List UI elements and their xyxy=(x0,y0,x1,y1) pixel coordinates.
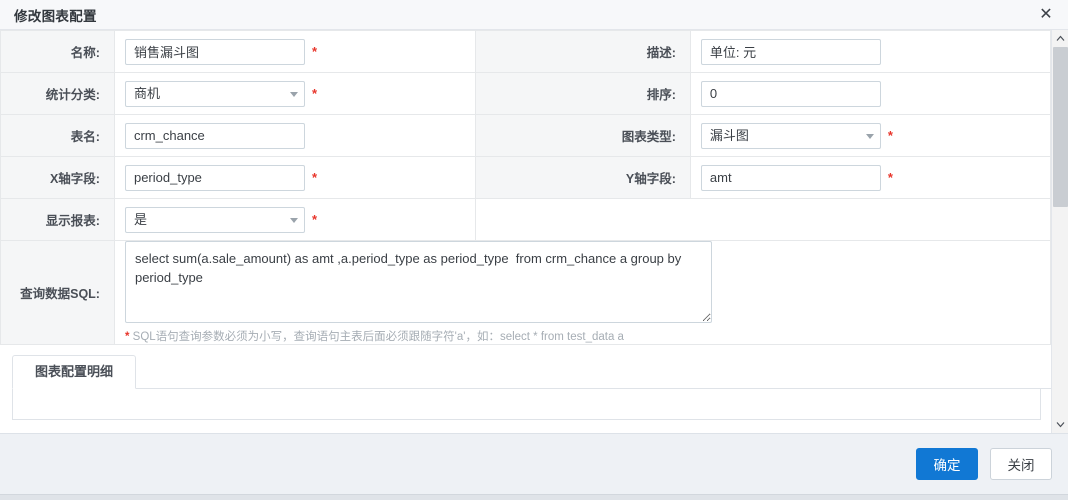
chart-config-form: 名称: * 描述: 统计 xyxy=(0,30,1051,345)
field-x-axis: * xyxy=(125,165,467,191)
y-axis-field-input[interactable] xyxy=(701,165,881,191)
vertical-scrollbar[interactable] xyxy=(1051,30,1068,433)
cell-y-axis-field: * xyxy=(690,157,1050,199)
cell-description xyxy=(690,31,1050,73)
tab-chart-config-detail[interactable]: 图表配置明细 xyxy=(12,355,136,389)
label-description: 描述: xyxy=(476,31,691,73)
hint-text: SQL语句查询参数必须为小写，查询语句主表后面必须跟随字符'a'，如：selec… xyxy=(129,331,624,343)
query-sql-textarea[interactable] xyxy=(125,241,712,323)
show-report-select[interactable]: 是 xyxy=(125,207,305,233)
label-statistic-category: 统计分类: xyxy=(1,73,115,115)
cell-show-report: 是 * xyxy=(114,199,475,241)
cell-name: * xyxy=(114,31,475,73)
name-input[interactable] xyxy=(125,39,305,65)
dialog-body: 名称: * 描述: 统计 xyxy=(0,30,1068,433)
field-table-name xyxy=(125,123,467,149)
show-report-value[interactable]: 是 xyxy=(125,207,305,233)
tabstrip: 图表配置明细 xyxy=(12,355,1051,389)
sort-order-input[interactable] xyxy=(701,81,881,107)
cell-chart-type: 漏斗图 * xyxy=(690,115,1050,157)
cell-empty xyxy=(476,199,1051,241)
required-marker: * xyxy=(312,45,317,58)
close-button[interactable]: 关闭 xyxy=(990,448,1052,480)
tabs-zone: 图表配置明细 xyxy=(0,345,1051,420)
statistic-category-value[interactable]: 商机 xyxy=(125,81,305,107)
statistic-category-select[interactable]: 商机 xyxy=(125,81,305,107)
chart-type-value[interactable]: 漏斗图 xyxy=(701,123,881,149)
table-name-input[interactable] xyxy=(125,123,305,149)
label-query-sql: 查询数据SQL: xyxy=(1,241,115,345)
label-name: 名称: xyxy=(1,31,115,73)
label-sort-order: 排序: xyxy=(476,73,691,115)
dialog-title: 修改图表配置 xyxy=(14,5,97,25)
description-input[interactable] xyxy=(701,39,881,65)
bottom-strip xyxy=(0,494,1068,500)
label-show-report: 显示报表: xyxy=(1,199,115,241)
required-marker: * xyxy=(312,171,317,184)
close-icon[interactable]: ✕ xyxy=(1036,5,1056,25)
cell-sort-order xyxy=(690,73,1050,115)
form-row-table-name: 表名: 图表类型: 漏斗图 * xyxy=(1,115,1051,157)
chevron-up-icon[interactable] xyxy=(1052,30,1068,47)
label-chart-type: 图表类型: xyxy=(476,115,691,157)
chevron-down-icon[interactable] xyxy=(1052,416,1068,433)
cell-statistic-category: 商机 * xyxy=(114,73,475,115)
scrollbar-thumb[interactable] xyxy=(1053,47,1068,207)
field-y-axis: * xyxy=(701,165,1042,191)
field-sort-order xyxy=(701,81,1042,107)
edit-chart-config-dialog: 修改图表配置 ✕ 名称: * xyxy=(0,0,1068,500)
query-sql-hint: * SQL语句查询参数必须为小写，查询语句主表后面必须跟随字符'a'，如：sel… xyxy=(125,328,1042,344)
dialog-scroll-area: 名称: * 描述: 统计 xyxy=(0,30,1051,433)
form-row-category: 统计分类: 商机 * 排序: xyxy=(1,73,1051,115)
x-axis-field-input[interactable] xyxy=(125,165,305,191)
required-marker: * xyxy=(888,129,893,142)
scrollbar-track[interactable] xyxy=(1052,47,1068,416)
form-row-axis-fields: X轴字段: * Y轴字段: * xyxy=(1,157,1051,199)
field-statistic-category: 商机 * xyxy=(125,81,467,107)
required-marker: * xyxy=(888,171,893,184)
required-marker: * xyxy=(312,87,317,100)
field-show-report: 是 * xyxy=(125,207,467,233)
label-x-axis-field: X轴字段: xyxy=(1,157,115,199)
label-table-name: 表名: xyxy=(1,115,115,157)
tab-panel-chart-config-detail xyxy=(12,389,1041,420)
dialog-footer: 确定 关闭 xyxy=(0,433,1068,494)
cell-x-axis-field: * xyxy=(114,157,475,199)
required-marker: * xyxy=(312,213,317,226)
field-description xyxy=(701,39,1042,65)
form-row-name: 名称: * 描述: xyxy=(1,31,1051,73)
dialog-titlebar: 修改图表配置 ✕ xyxy=(0,0,1068,30)
cell-table-name xyxy=(114,115,475,157)
chart-type-select[interactable]: 漏斗图 xyxy=(701,123,881,149)
field-chart-type: 漏斗图 * xyxy=(701,123,1042,149)
form-row-show-report: 显示报表: 是 * xyxy=(1,199,1051,241)
confirm-button[interactable]: 确定 xyxy=(916,448,978,480)
cell-query-sql: * SQL语句查询参数必须为小写，查询语句主表后面必须跟随字符'a'，如：sel… xyxy=(114,241,1050,345)
label-y-axis-field: Y轴字段: xyxy=(476,157,691,199)
field-name: * xyxy=(125,39,467,65)
form-row-sql: 查询数据SQL: * SQL语句查询参数必须为小写，查询语句主表后面必须跟随字符… xyxy=(1,241,1051,345)
